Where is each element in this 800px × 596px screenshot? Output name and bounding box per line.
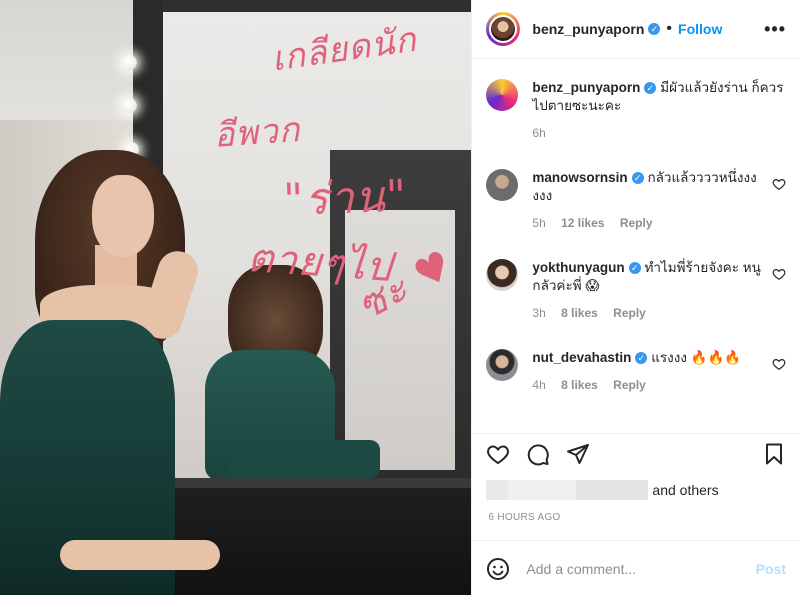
woman-forearm bbox=[60, 540, 220, 570]
like-heart-icon[interactable] bbox=[486, 442, 510, 466]
comment-body: nut_devahastin ✓ แรงงง 🔥🔥🔥 4h 8 likes Rep… bbox=[532, 349, 772, 394]
comment-time[interactable]: 4h bbox=[532, 378, 545, 392]
comment-meta: 5h 12 likes Reply bbox=[532, 214, 772, 232]
comment-time[interactable]: 3h bbox=[532, 306, 545, 320]
comment-bubble-icon[interactable] bbox=[526, 442, 550, 466]
comment-item: yokthunyagun ✓ ทำไมพี่ร้ายจังคะ หนูกลัวค่… bbox=[472, 259, 800, 322]
post-photo[interactable]: เกลียดนัก อีพวก "ร่าน" ตายๆไป ซะ ♥ bbox=[0, 0, 472, 595]
liker-name-blurred bbox=[576, 480, 649, 500]
add-comment-bar: Post bbox=[472, 540, 800, 596]
comment-likes[interactable]: 12 likes bbox=[561, 216, 604, 230]
comment-username[interactable]: yokthunyagun bbox=[532, 260, 624, 275]
reply-button[interactable]: Reply bbox=[620, 216, 653, 230]
caption: benz_punyaporn ✓ มีผัวแล้วยังร่าน ก็ควรไป… bbox=[472, 59, 800, 142]
comment-body: yokthunyagun ✓ ทำไมพี่ร้ายจังคะ หนูกลัวค่… bbox=[532, 259, 772, 322]
comment-meta: 4h 8 likes Reply bbox=[532, 376, 772, 394]
comment-body: manowsornsin ✓ กลัวแล้ววววหนึ่งงงงงง 5h 1… bbox=[532, 169, 772, 232]
comment-item: manowsornsin ✓ กลัวแล้ววววหนึ่งงงงงง 5h 1… bbox=[472, 169, 800, 232]
caption-username[interactable]: benz_punyaporn bbox=[532, 80, 640, 95]
post-dialog: เกลียดนัก อีพวก "ร่าน" ตายๆไป ซะ ♥ benz_… bbox=[0, 0, 800, 595]
follow-button[interactable]: Follow bbox=[678, 21, 722, 37]
liker-name-blurred bbox=[508, 480, 577, 500]
post-header: benz_punyaporn ✓ • Follow ••• bbox=[472, 0, 800, 59]
save-bookmark-icon[interactable] bbox=[762, 442, 786, 466]
mirror-writing-line: "ร่าน" bbox=[282, 170, 408, 226]
avatar[interactable] bbox=[486, 169, 519, 201]
reply-button[interactable]: Reply bbox=[613, 306, 646, 320]
author-username[interactable]: benz_punyaporn bbox=[532, 21, 644, 37]
comment-input[interactable] bbox=[524, 559, 756, 578]
verified-badge-icon: ✓ bbox=[628, 262, 641, 274]
post-side-panel: benz_punyaporn ✓ • Follow ••• benz_punya… bbox=[471, 0, 800, 595]
emoji-smiley-icon[interactable] bbox=[486, 557, 510, 581]
mirror-writing-line: อีพวก bbox=[212, 109, 302, 156]
share-paper-plane-icon[interactable] bbox=[566, 442, 590, 466]
verified-badge-icon: ✓ bbox=[631, 172, 644, 184]
avatar[interactable] bbox=[486, 259, 519, 291]
like-comment-heart-icon[interactable] bbox=[772, 267, 786, 281]
caption-meta: 6h bbox=[532, 124, 786, 142]
verified-badge-icon: ✓ bbox=[648, 23, 661, 35]
comment-likes[interactable]: 8 likes bbox=[561, 378, 598, 392]
comment-time[interactable]: 5h bbox=[532, 216, 545, 230]
comment-meta: 3h 8 likes Reply bbox=[532, 304, 772, 322]
likes-summary[interactable]: and others bbox=[486, 480, 719, 500]
mirror-frame-top bbox=[133, 0, 472, 12]
comment-likes[interactable]: 8 likes bbox=[561, 306, 598, 320]
like-comment-heart-icon[interactable] bbox=[772, 177, 786, 191]
post-comment-button[interactable]: Post bbox=[756, 561, 786, 577]
caption-time[interactable]: 6h bbox=[532, 126, 545, 140]
comments-list[interactable]: benz_punyaporn ✓ มีผัวแล้วยังร่าน ก็ควรไป… bbox=[472, 59, 800, 433]
more-options-icon[interactable]: ••• bbox=[764, 19, 786, 40]
avatar[interactable] bbox=[486, 349, 519, 381]
avatar[interactable] bbox=[486, 79, 519, 111]
comment-text: แรงงง 🔥🔥🔥 bbox=[651, 350, 742, 365]
comment-username[interactable]: nut_devahastin bbox=[532, 350, 631, 365]
avatar[interactable] bbox=[486, 12, 521, 46]
comment-item: nut_devahastin ✓ แรงงง 🔥🔥🔥 4h 8 likes Rep… bbox=[472, 349, 800, 394]
post-actions bbox=[472, 433, 800, 474]
reflection-skirt bbox=[230, 440, 380, 478]
verified-badge-icon: ✓ bbox=[635, 352, 648, 364]
woman-face bbox=[92, 175, 154, 257]
liker-avatar-blurred bbox=[486, 480, 509, 500]
verified-badge-icon: ✓ bbox=[644, 82, 657, 94]
reply-button[interactable]: Reply bbox=[613, 378, 646, 392]
like-comment-heart-icon[interactable] bbox=[772, 357, 786, 371]
comment-username[interactable]: manowsornsin bbox=[532, 170, 627, 185]
separator-dot: • bbox=[666, 20, 673, 37]
vanity-bulb bbox=[122, 98, 137, 113]
post-timestamp[interactable]: 6 HOURS AGO bbox=[488, 512, 560, 523]
likes-others-text[interactable]: and others bbox=[652, 482, 718, 498]
vanity-bulb bbox=[122, 55, 137, 70]
caption-body: benz_punyaporn ✓ มีผัวแล้วยังร่าน ก็ควรไป… bbox=[532, 79, 786, 142]
